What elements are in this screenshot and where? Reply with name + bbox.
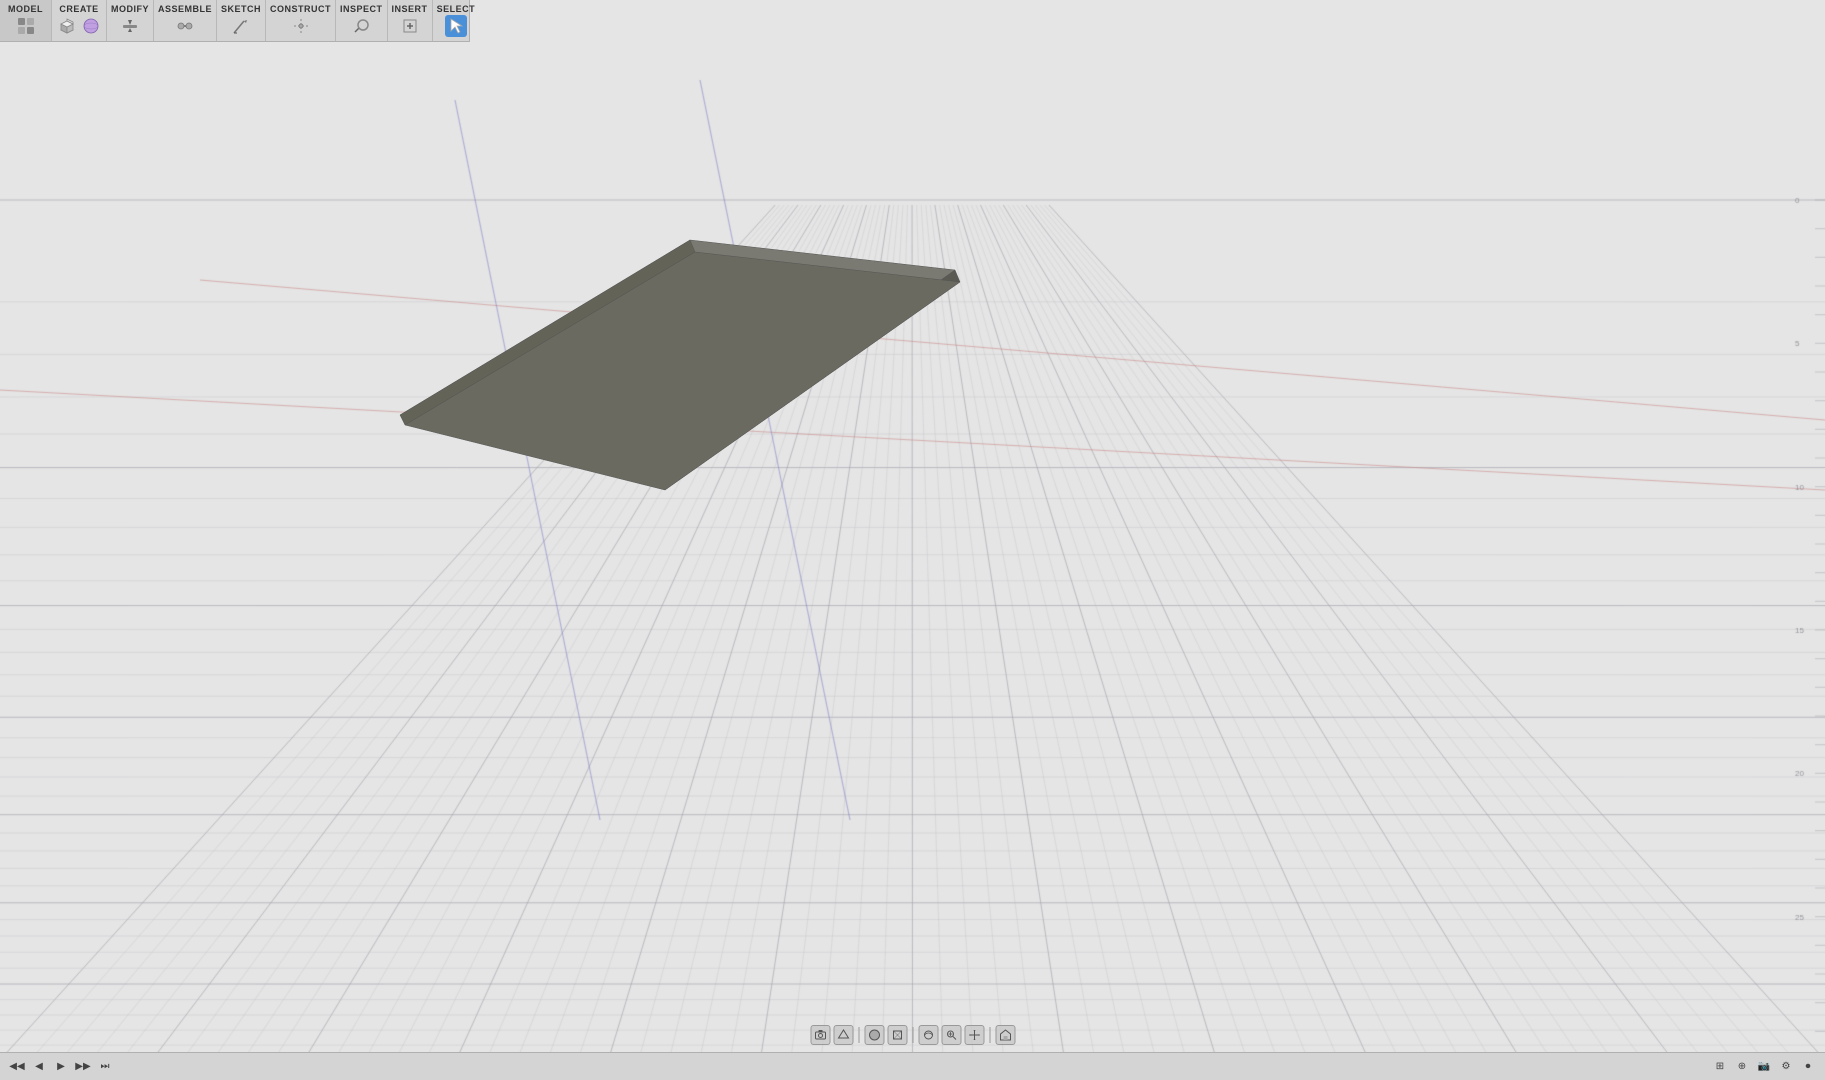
orbit-btn[interactable] [918,1025,938,1045]
vc-separator-1 [858,1027,859,1043]
forward-btn[interactable]: ▶▶ [74,1058,92,1076]
toolbar-create-section: CREATE [52,0,107,41]
create-sphere-icon[interactable] [80,15,102,37]
sketch-label: SKETCH [221,4,261,14]
grid-toggle-btn[interactable]: ⊞ [1711,1058,1729,1076]
modify-icon[interactable] [119,15,141,37]
modify-label: MODIFY [111,4,149,14]
record-btn[interactable]: ⏺ [1799,1058,1817,1076]
toolbar-inspect-section: INSPECT [336,0,388,41]
grid-canvas [0,0,1825,1080]
end-btn[interactable]: ⏭ [96,1058,114,1076]
vc-separator-2 [912,1027,913,1043]
assemble-label: ASSEMBLE [158,4,212,14]
select-icon[interactable] [445,15,467,37]
snap-btn[interactable]: ⊕ [1733,1058,1751,1076]
insert-icon[interactable] [399,15,421,37]
select-label: SELECT [437,4,476,14]
home-view-btn[interactable] [995,1025,1015,1045]
pan-btn[interactable] [964,1025,984,1045]
shading-btn[interactable] [864,1025,884,1045]
statusbar: ◀◀ ◀ ▶ ▶▶ ⏭ ⊞ ⊕ 📷 ⚙ ⏺ [0,1052,1825,1080]
toolbar-assemble-section: ASSEMBLE [154,0,217,41]
back-btn[interactable]: ◀ [30,1058,48,1076]
viewport[interactable] [0,0,1825,1080]
sketch-icon[interactable] [230,15,252,37]
toolbar-sketch-section: SKETCH [217,0,266,41]
construct-label: CONSTRUCT [270,4,331,14]
model-icon[interactable] [15,15,37,37]
toolbar-construct-section: CONSTRUCT [266,0,336,41]
toolbar-modify-section: MODIFY [107,0,154,41]
zoom-btn[interactable] [941,1025,961,1045]
vc-separator-3 [989,1027,990,1043]
create-label: CREATE [59,4,98,14]
inspect-label: INSPECT [340,4,383,14]
settings-btn[interactable]: ⚙ [1777,1058,1795,1076]
camera-btn[interactable]: 📷 [1755,1058,1773,1076]
play-btn[interactable]: ▶ [52,1058,70,1076]
assemble-icon[interactable] [174,15,196,37]
wireframe-btn[interactable] [887,1025,907,1045]
insert-label: INSERT [392,4,428,14]
create-box-icon[interactable] [56,15,78,37]
prev-btn[interactable]: ◀◀ [8,1058,26,1076]
viewport-controls [810,1025,1015,1045]
inspect-icon[interactable] [350,15,372,37]
toolbar: MODEL CREATE [0,0,470,42]
model-label: MODEL [8,4,43,14]
toolbar-select-section: SELECT [433,0,480,41]
perspective-control-btn[interactable] [833,1025,853,1045]
toolbar-model-section: MODEL [0,0,52,41]
camera-control-btn[interactable] [810,1025,830,1045]
construct-icon[interactable] [290,15,312,37]
toolbar-insert-section: INSERT [388,0,433,41]
